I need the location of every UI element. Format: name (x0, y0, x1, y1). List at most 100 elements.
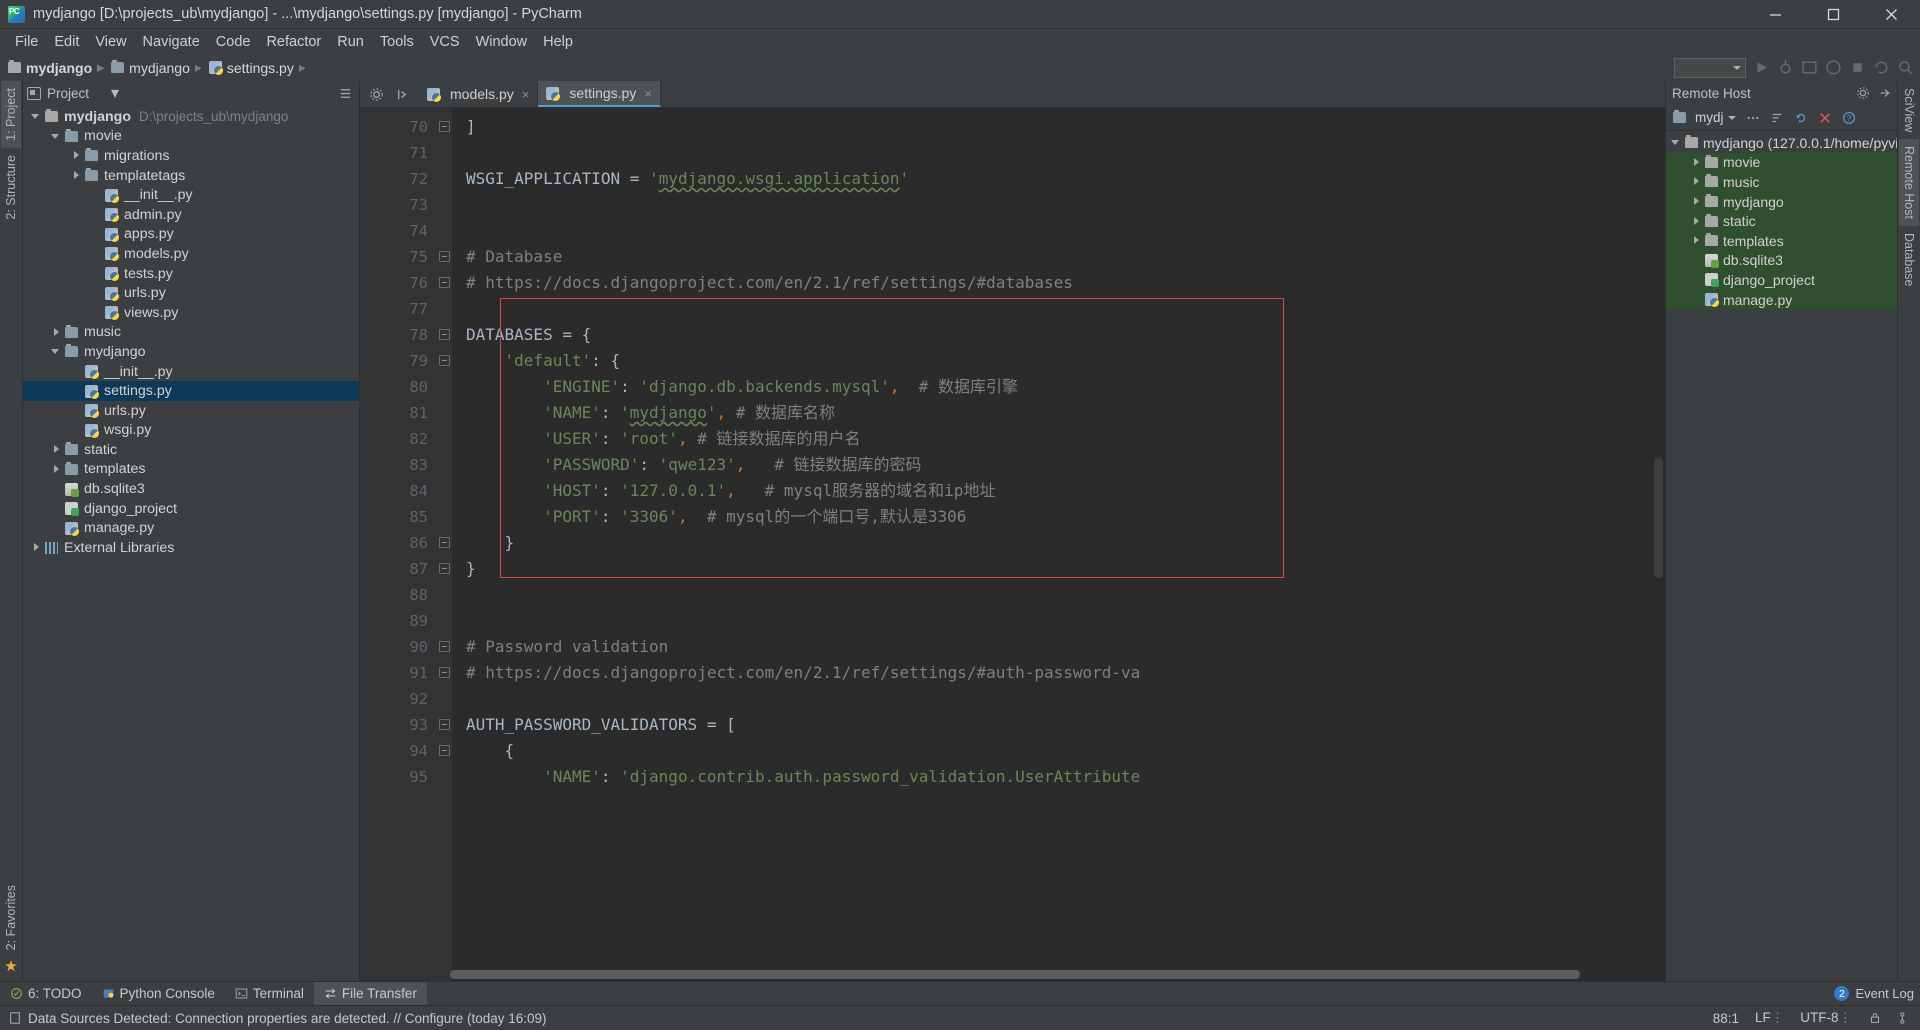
chevron-down-icon[interactable] (31, 111, 42, 122)
fold-marker[interactable] (438, 348, 452, 374)
code-line[interactable]: WSGI_APPLICATION = 'mydjango.wsgi.applic… (452, 166, 1665, 192)
chevron-right-icon[interactable] (31, 542, 42, 553)
chevron-down-icon[interactable] (1671, 137, 1682, 148)
sidebar-tab-structure[interactable]: 2: Structure (1, 148, 21, 227)
close-icon[interactable]: × (644, 86, 652, 101)
remote-tree-item-db-sqlite3[interactable]: db.sqlite3 (1666, 250, 1897, 271)
fold-marker[interactable] (438, 244, 452, 270)
sidebar-tab-favorites[interactable]: 2: Favorites (1, 878, 21, 957)
breadcrumb-package[interactable]: mydjango ▸ (111, 59, 207, 76)
bottom-tab-python-console[interactable]: Python Console (92, 982, 225, 1006)
fold-end-icon[interactable] (439, 121, 450, 132)
chevron-right-icon[interactable] (51, 444, 62, 455)
remote-server-select[interactable]: mydj (1673, 110, 1736, 125)
event-log-label[interactable]: Event Log (1855, 986, 1914, 1001)
menu-item-vcs[interactable]: VCS (422, 32, 468, 52)
tree-item-mydjango[interactable]: mydjango D:\projects_ub\mydjango (23, 107, 359, 127)
code-line[interactable]: 'HOST': '127.0.0.1', # mysql服务器的域名和ip地址 (452, 478, 1665, 504)
fold-marker[interactable] (438, 660, 452, 686)
branch-icon[interactable] (1898, 1011, 1912, 1025)
code-line[interactable]: 'PORT': '3306', # mysql的一个端口号,默认是3306 (452, 504, 1665, 530)
lock-icon[interactable] (1868, 1011, 1882, 1025)
locate-file-icon[interactable] (395, 87, 410, 102)
remote-tree-item-manage-py[interactable]: manage.py (1666, 289, 1897, 310)
tree-item-wsgi-py[interactable]: wsgi.py (23, 421, 359, 441)
menu-item-run[interactable]: Run (329, 32, 372, 52)
code-line[interactable]: 'NAME': 'mydjango', # 数据库名称 (452, 400, 1665, 426)
fold-collapse-icon[interactable] (439, 641, 450, 652)
minimize-button[interactable] (1746, 0, 1804, 29)
search-icon[interactable] (1897, 59, 1914, 76)
chevron-right-icon[interactable] (51, 327, 62, 338)
project-tree[interactable]: mydjango D:\projects_ub\mydjango movie migr… (23, 105, 359, 981)
more-icon[interactable] (1746, 111, 1760, 125)
fold-marker[interactable] (438, 556, 452, 582)
code-line[interactable] (452, 582, 1665, 608)
disconnect-icon[interactable] (1818, 111, 1832, 125)
remote-tree-item-static[interactable]: static (1666, 211, 1897, 231)
menu-item-view[interactable]: View (87, 32, 134, 52)
tree-item-tests-py[interactable]: tests.py (23, 264, 359, 284)
menu-item-code[interactable]: Code (208, 32, 259, 52)
hide-icon[interactable] (1878, 86, 1892, 100)
bottom-tab-6-todo[interactable]: 6: TODO (0, 982, 92, 1006)
fold-collapse-icon[interactable] (439, 355, 450, 366)
remote-tree-item-mydjango-127-0-0-1-home-pyvip[interactable]: mydjango (127.0.0.1/home/pyvip (1666, 133, 1897, 153)
menu-item-refactor[interactable]: Refactor (258, 32, 329, 52)
remote-tree-item-movie[interactable]: movie (1666, 152, 1897, 173)
coverage-icon[interactable] (1801, 59, 1818, 76)
gear-icon[interactable] (1856, 86, 1870, 100)
debug-icon[interactable] (1777, 59, 1794, 76)
run-configuration-select[interactable] (1674, 57, 1746, 78)
sidebar-tab-sciview[interactable]: SciView (1899, 81, 1919, 139)
update-icon[interactable] (1873, 59, 1890, 76)
code-line[interactable]: # https://docs.djangoproject.com/en/2.1/… (452, 660, 1665, 686)
chevron-right-icon[interactable] (71, 150, 82, 161)
code-line[interactable]: 'PASSWORD': 'qwe123', # 链接数据库的密码 (452, 452, 1665, 478)
fold-marker[interactable] (438, 270, 452, 296)
sidebar-tab-project[interactable]: 1: Project (1, 81, 21, 148)
tree-item-mydjango[interactable]: mydjango (23, 342, 359, 362)
code-line[interactable] (452, 686, 1665, 712)
code-line[interactable]: 'NAME': 'django.contrib.auth.password_va… (452, 764, 1665, 790)
status-message[interactable]: Data Sources Detected: Connection proper… (28, 1011, 547, 1026)
tree-item-admin-py[interactable]: admin.py (23, 205, 359, 225)
encoding[interactable]: UTF-8⋮ (1800, 1010, 1852, 1026)
fold-marker[interactable] (438, 114, 452, 140)
tree-item-static[interactable]: static (23, 440, 359, 460)
editor-vertical-scrollbar[interactable] (1654, 458, 1663, 578)
tree-item-db-sqlite3[interactable]: db.sqlite3 (23, 479, 359, 499)
code-line[interactable]: } (452, 556, 1665, 582)
remote-tree-item-mydjango[interactable]: mydjango (1666, 191, 1897, 212)
remote-tree-item-django-project[interactable]: django_project (1666, 270, 1897, 290)
maximize-button[interactable] (1804, 0, 1862, 29)
menu-item-window[interactable]: Window (468, 32, 536, 52)
fold-end-icon[interactable] (439, 537, 450, 548)
sidebar-tab-remote-host[interactable]: Remote Host (1899, 139, 1919, 227)
tree-item-manage-py[interactable]: manage.py (23, 518, 359, 538)
close-icon[interactable]: × (522, 87, 530, 102)
code-line[interactable] (452, 140, 1665, 166)
code-line[interactable]: # https://docs.djangoproject.com/en/2.1/… (452, 270, 1665, 296)
chevron-right-icon[interactable] (1691, 216, 1702, 227)
code-line[interactable]: DATABASES = { (452, 322, 1665, 348)
chevron-right-icon[interactable] (1691, 235, 1702, 246)
code-line[interactable] (452, 192, 1665, 218)
caret-position[interactable]: 88:1 (1713, 1011, 1739, 1026)
collapse-all-icon[interactable] (338, 86, 353, 101)
menu-item-tools[interactable]: Tools (372, 32, 422, 52)
code-line[interactable]: ] (452, 114, 1665, 140)
fold-collapse-icon[interactable] (439, 745, 450, 756)
code-text[interactable]: ] WSGI_APPLICATION = 'mydjango.wsgi.appli… (452, 108, 1665, 981)
breadcrumb-project[interactable]: mydjango ▸ (8, 59, 109, 76)
help-icon[interactable]: ? (1842, 111, 1856, 125)
chevron-right-icon[interactable] (51, 464, 62, 475)
line-separator[interactable]: LF⋮ (1755, 1010, 1784, 1026)
bottom-tab-file-transfer[interactable]: File Transfer (313, 981, 427, 1006)
close-button[interactable] (1862, 0, 1920, 29)
fold-gutter[interactable] (438, 108, 452, 981)
fold-marker[interactable] (438, 738, 452, 764)
fold-marker[interactable] (438, 712, 452, 738)
chevron-right-icon[interactable] (1691, 196, 1702, 207)
tree-item-urls-py[interactable]: urls.py (23, 401, 359, 421)
